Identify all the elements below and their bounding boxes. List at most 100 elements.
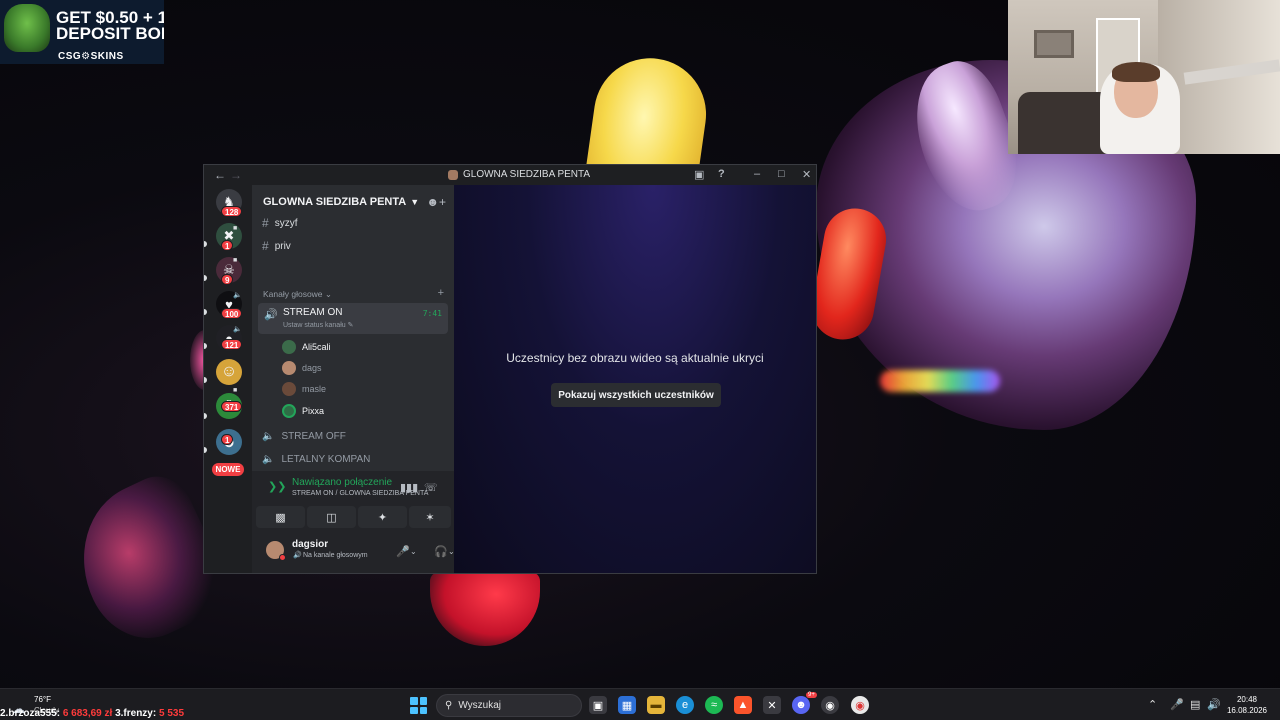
spotify-icon[interactable]: ≈ — [705, 696, 723, 714]
task-view-icon[interactable]: ▣ — [589, 696, 607, 714]
chevron-up-icon[interactable]: ⌃ — [1148, 698, 1157, 711]
channel-label: priv — [274, 240, 291, 252]
close-button[interactable]: ✕ — [802, 168, 811, 181]
voice-channel-stream-on[interactable]: 🔊 STREAM ON Ustaw status kanału ✎ 7:41 — [258, 303, 448, 334]
file-explorer-icon[interactable]: ▬ — [647, 696, 665, 714]
disconnect-icon[interactable]: ☏ — [424, 481, 438, 494]
unread-indicator — [204, 413, 207, 419]
search-icon: ⚲ — [445, 700, 453, 711]
ad-mascot-image — [4, 4, 50, 52]
maximize-button[interactable]: □ — [778, 168, 785, 180]
noise-suppression-icon[interactable]: ▮▮▮ — [400, 481, 418, 494]
camera-off-icon: ▩ — [275, 511, 286, 524]
hidden-participants-message: Uczestnicy bez obrazu wideo są aktualnie… — [506, 351, 764, 365]
taskbar-search[interactable]: ⚲ Wyszukaj — [436, 694, 582, 717]
pencil-icon: ✎ — [347, 322, 354, 329]
edge-browser-icon[interactable]: e — [676, 696, 694, 714]
voice-member[interactable]: dags — [282, 361, 322, 375]
avatar — [282, 340, 296, 354]
voice-speaker-icon: ■ — [233, 257, 238, 264]
text-channel-syzyf[interactable]: # syzyf — [262, 216, 297, 230]
chevron-down-icon: ▼ — [410, 197, 420, 207]
add-channel-icon[interactable]: + — [438, 287, 444, 299]
soundboard-button[interactable]: ✶ — [409, 506, 451, 528]
server-mini-icon — [448, 169, 458, 180]
headphones-icon[interactable]: 🎧 — [434, 545, 448, 558]
minimize-button[interactable]: – — [754, 168, 760, 180]
voice-channel-name: STREAM ON — [283, 307, 343, 318]
member-name: Pixxa — [302, 406, 325, 416]
server-icon-6[interactable]: ☺ — [216, 359, 242, 385]
window-titlebar: ← → GLOWNA SIEDZIBA PENTA ▣ ? – □ ✕ — [204, 165, 816, 185]
speaker-icon: 🔈 — [262, 431, 275, 442]
connection-status[interactable]: Nawiązano połączenie — [292, 477, 392, 488]
window-title: GLOWNA SIEDZIBA PENTA — [448, 169, 590, 180]
help-icon[interactable]: ? — [718, 168, 725, 180]
user-status-text: Na kanale głosowym — [303, 552, 368, 559]
chevron-down-icon[interactable]: ⌄ — [410, 547, 417, 556]
store-icon[interactable]: ▦ — [618, 696, 636, 714]
chrome-icon[interactable]: ◉ — [851, 696, 869, 714]
wallpaper-rainbow-streak — [880, 370, 1000, 392]
guild-name: GLOWNA SIEDZIBA PENTA — [263, 196, 407, 208]
back-arrow-icon[interactable]: ← — [214, 168, 226, 182]
voice-channel-stream-off[interactable]: 🔈 STREAM OFF — [262, 431, 346, 442]
voice-member[interactable]: Pixxa — [282, 404, 324, 418]
username[interactable]: dagsior — [292, 539, 328, 550]
obs-icon[interactable]: ◉ — [821, 696, 839, 714]
voice-member[interactable]: masle — [282, 382, 326, 396]
show-all-participants-button[interactable]: Pokazuj wszystkich uczestników — [551, 383, 721, 407]
ad-brand-logo: CSG⚙SKINS — [58, 51, 124, 62]
speaker-icon: 🔈 — [233, 326, 242, 333]
channel-label: syzyf — [274, 217, 298, 229]
volume-icon[interactable]: 🔊 — [1207, 698, 1221, 711]
signal-icon[interactable]: ❯❯ — [268, 480, 286, 493]
system-clock[interactable]: 20:48 16.08.2026 — [1226, 694, 1268, 716]
xbox-icon[interactable]: ✕ — [763, 696, 781, 714]
server-badge: 9 — [221, 274, 234, 285]
sponsor-ad-banner: GET $0.50 + 10 DEPOSIT BONU CSG⚙SKINS — [0, 0, 164, 64]
weather-temperature: 76°F — [34, 695, 51, 704]
camera-toggle-button[interactable]: ▩ — [256, 506, 305, 528]
voice-member[interactable]: Ali5cali — [282, 340, 331, 354]
microphone-icon[interactable]: 🎤 — [396, 545, 410, 558]
invite-people-icon[interactable]: ☻+ — [426, 195, 446, 209]
speaker-icon: 🔈 — [262, 454, 275, 465]
voice-speaker-icon: ■ — [233, 225, 238, 232]
network-icon[interactable]: ▤ — [1190, 698, 1200, 711]
unread-indicator — [204, 275, 207, 281]
voice-channel-name: STREAM OFF — [281, 431, 346, 442]
activities-button[interactable]: ✦ — [358, 506, 407, 528]
inbox-icon[interactable]: ▣ — [694, 168, 704, 181]
share-screen-button[interactable]: ◫ — [307, 506, 356, 528]
clock-time: 20:48 — [1236, 695, 1258, 704]
unread-indicator — [204, 447, 207, 453]
voice-speaker-icon: ■ — [233, 387, 238, 394]
brave-browser-icon[interactable]: ▲ — [734, 696, 752, 714]
ticker-rank2-value: 6 683,69 zł — [62, 708, 113, 719]
voice-status-icon: 🔊 — [293, 552, 302, 559]
discord-unread-badge: 9+ — [806, 692, 817, 698]
forward-arrow-icon[interactable]: → — [230, 168, 242, 182]
hash-icon: # — [262, 239, 269, 253]
voice-category-header[interactable]: Kanały głosowe ⌄ — [263, 289, 332, 300]
clock-date: 16.08.2026 — [1226, 706, 1268, 715]
server-badge: 100 — [221, 308, 243, 319]
new-servers-badge[interactable]: NOWE — [212, 463, 244, 476]
wallpaper-red-petal — [430, 572, 540, 646]
text-channel-priv[interactable]: # priv — [262, 239, 291, 253]
channel-status-prompt[interactable]: Ustaw status kanału ✎ — [283, 321, 353, 329]
server-badge: 128 — [221, 206, 243, 217]
start-button[interactable] — [410, 697, 427, 714]
ticker-rank2-name: 2.brzoza555: — [0, 708, 61, 719]
microphone-tray-icon[interactable]: 🎤 — [1170, 698, 1184, 711]
server-list: ♞ 128 ✖ 1 ■ ☠ 9 ■ ♥ 100 🔈 ● 121 🔈 ☺ ☘ 37… — [204, 185, 252, 573]
windows-taskbar: ☁ 76°F Cloudy ⚲ Wyszukaj ▣ ▦ ▬ e ≈ ▲ ✕ ☻… — [0, 688, 1280, 720]
guild-header[interactable]: GLOWNA SIEDZIBA PENTA ▼ — [252, 185, 454, 219]
unread-indicator — [204, 343, 207, 349]
ticker-rank3-value: 5 535 — [158, 708, 185, 719]
soundboard-icon: ✶ — [425, 511, 435, 524]
discord-icon[interactable]: ☻ — [792, 696, 810, 714]
donation-ticker: 2.brzoza555: 6 683,69 zł 3.frenzy: 5 535 — [0, 708, 184, 720]
voice-channel-letalny-kompan[interactable]: 🔈 LETALNY KOMPAN — [262, 454, 370, 465]
